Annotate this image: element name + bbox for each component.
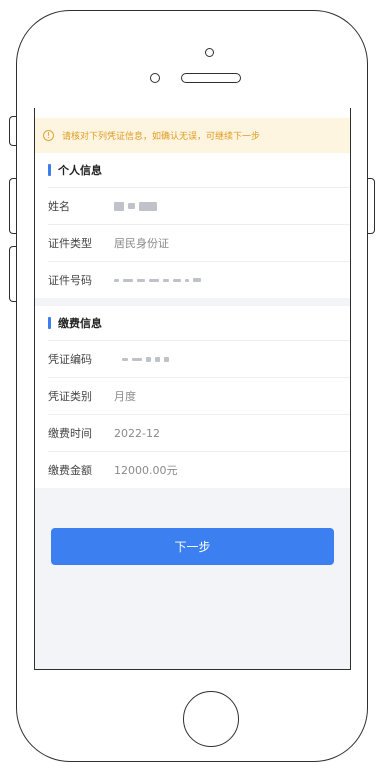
alert-circle-icon: ! [43,130,54,141]
row-label: 证件类型 [48,237,92,250]
masked-id-number-value [114,278,201,282]
info-row-name: 姓名 [48,187,350,224]
info-row-voucher-code: 凭证编码 [48,340,350,377]
earpiece-speaker [181,73,241,83]
row-label: 缴费金额 [48,464,92,477]
power-button [367,178,375,234]
section-accent-bar [48,164,51,176]
row-label: 凭证编码 [48,353,92,366]
app-screen: ! 请核对下列凭证信息，如确认无误，可继续下一步 个人信息 姓名 证件类型 居民… [34,108,351,670]
row-value: 居民身份证 [114,237,169,250]
row-value: 12000.00元 [114,464,178,477]
info-row-payment-time: 缴费时间 2022-12 [48,414,350,451]
section-header-payment: 缴费信息 [35,306,350,340]
section-header-personal: 个人信息 [35,153,350,187]
section-title: 缴费信息 [58,317,102,330]
notice-text: 请核对下列凭证信息，如确认无误，可继续下一步 [62,132,261,142]
row-label: 凭证类别 [48,390,92,403]
row-value: 月度 [114,390,136,403]
row-value: 2022-12 [114,426,160,440]
info-row-id-number: 证件号码 [48,261,350,298]
header-spacer [35,108,350,118]
masked-name-value [114,201,157,211]
info-row-id-type: 证件类型 居民身份证 [48,224,350,261]
next-step-button[interactable]: 下一步 [51,528,334,565]
verify-notice-banner: ! 请核对下列凭证信息，如确认无误，可继续下一步 [35,118,350,153]
masked-voucher-code-value [114,356,169,362]
row-label: 证件号码 [48,274,92,287]
payment-info-card: 缴费信息 凭证编码 凭证类别 月度 缴费时间 2022-12 缴费金额 1200… [35,306,350,488]
section-title: 个人信息 [58,164,102,177]
proximity-sensor [150,73,160,83]
info-row-voucher-type: 凭证类别 月度 [48,377,350,414]
personal-info-card: 个人信息 姓名 证件类型 居民身份证 证件号码 [35,153,350,298]
home-button[interactable] [183,691,239,747]
row-label: 缴费时间 [48,427,92,440]
section-accent-bar [48,317,51,329]
row-label: 姓名 [48,200,70,213]
info-row-payment-amount: 缴费金额 12000.00元 [48,451,350,488]
front-camera [205,48,214,57]
